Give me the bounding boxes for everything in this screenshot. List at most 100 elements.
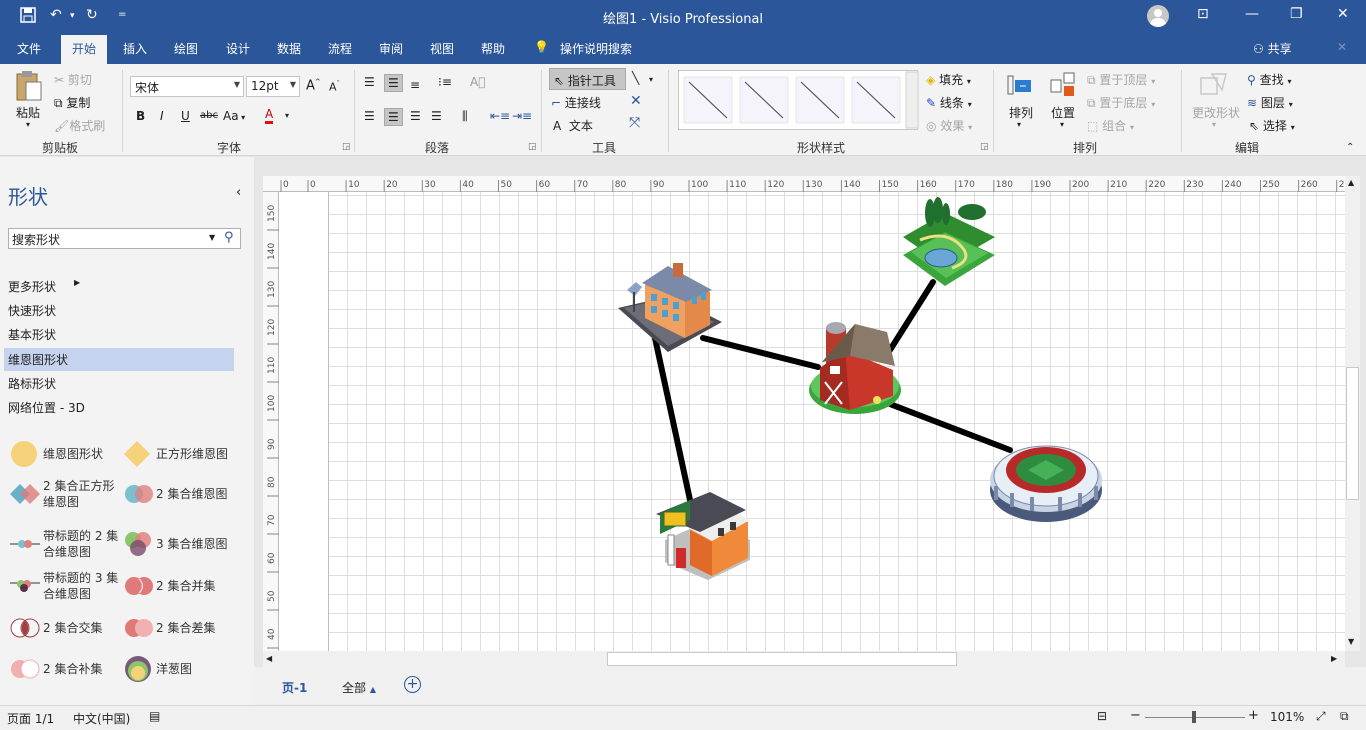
align-bottom-icon[interactable]: ≡ bbox=[410, 78, 420, 92]
connector-town-gas[interactable] bbox=[652, 335, 693, 503]
dialog-launcher-icon[interactable]: ◲ bbox=[528, 142, 537, 152]
grow-font-button[interactable]: A^ bbox=[306, 78, 321, 93]
effects-button[interactable]: ◎ 效果 ▾ bbox=[926, 117, 972, 134]
find-button[interactable]: ⚲ 查找 ▾ bbox=[1247, 71, 1291, 88]
shape-styles-gallery[interactable] bbox=[678, 70, 919, 130]
align-left-icon[interactable]: ☰ bbox=[364, 109, 375, 123]
dialog-launcher-icon[interactable]: ◲ bbox=[342, 142, 351, 152]
text-tool-button[interactable]: A 文本 bbox=[553, 117, 593, 134]
font-size-box[interactable]: 12pt ▼ bbox=[246, 76, 300, 97]
zoom-slider-thumb[interactable] bbox=[1192, 711, 1196, 723]
tell-me-search[interactable]: 操作说明搜索 bbox=[560, 40, 632, 57]
shrink-font-button[interactable]: Aˇ bbox=[329, 80, 340, 94]
zoom-level[interactable]: 101% bbox=[1270, 710, 1304, 724]
send-to-back-button[interactable]: ⧉ 置于底层 ▾ bbox=[1087, 94, 1155, 111]
decrease-indent-icon[interactable]: ⇤≡ bbox=[490, 109, 510, 123]
connector-park-barn[interactable] bbox=[887, 279, 936, 353]
position-dropdown-icon[interactable]: ▾ bbox=[1060, 120, 1064, 129]
collapse-pane-icon[interactable]: ‹ bbox=[236, 185, 241, 200]
tab-file[interactable]: 文件 bbox=[17, 40, 41, 57]
horizontal-scrollbar[interactable]: ◀ ▶ bbox=[263, 651, 1345, 667]
bold-button[interactable]: B bbox=[136, 109, 145, 123]
bullets-icon[interactable]: ⁝≡ bbox=[438, 75, 452, 89]
chevron-down-icon[interactable]: ▼ bbox=[209, 233, 215, 242]
zoom-out-icon[interactable]: − bbox=[1130, 708, 1141, 723]
stencil-venn-shape[interactable]: 维恩图形状 bbox=[4, 437, 122, 469]
stencil-3set-venn[interactable]: 3 集合维恩图 bbox=[122, 527, 250, 561]
font-color-button[interactable]: A bbox=[265, 108, 274, 124]
font-color-dropdown-icon[interactable]: ▾ bbox=[285, 111, 289, 120]
vertical-scrollbar[interactable]: ▲ ▼ bbox=[1345, 176, 1360, 651]
category-more-shapes[interactable]: 更多形状 ▶ bbox=[8, 278, 80, 295]
tab-data[interactable]: 数据 bbox=[277, 40, 301, 57]
increase-indent-icon[interactable]: ⇥≡ bbox=[512, 109, 532, 123]
group-button[interactable]: ⬚ 组合 ▾ bbox=[1087, 117, 1134, 134]
stadium-shape[interactable] bbox=[990, 445, 1102, 522]
position-icon[interactable] bbox=[1048, 70, 1078, 103]
category-signpost-shapes[interactable]: 路标形状 bbox=[8, 375, 56, 392]
stencil-2set-square-venn[interactable]: 2 集合正方形维恩图 bbox=[4, 477, 122, 511]
share-button[interactable]: ⚇ 共享 bbox=[1253, 40, 1292, 57]
tab-help[interactable]: 帮助 bbox=[481, 40, 505, 57]
paste-button[interactable]: 粘贴 bbox=[16, 104, 40, 121]
page-tab-1[interactable]: 页-1 bbox=[282, 679, 307, 696]
stencil-titled-3set-venn[interactable]: 带标题的 3 集合维恩图 bbox=[4, 569, 122, 603]
layers-button[interactable]: ≋ 图层 ▾ bbox=[1247, 94, 1293, 111]
category-quick-shapes[interactable]: 快速形状 bbox=[8, 302, 56, 319]
underline-button[interactable]: U bbox=[181, 109, 190, 123]
presentation-mode-icon[interactable]: ⊟ bbox=[1097, 709, 1107, 723]
search-shapes-input[interactable]: 搜索形状 bbox=[8, 228, 241, 249]
font-name-box[interactable]: 宋体 ▼ bbox=[130, 76, 244, 97]
all-pages-button[interactable]: 全部 ▲ bbox=[342, 679, 376, 696]
restore-icon[interactable]: ❐ bbox=[1290, 6, 1303, 22]
format-painter-button[interactable]: 🖌格式刷 bbox=[54, 117, 105, 134]
connector-barn-stadium[interactable] bbox=[887, 401, 1013, 453]
bring-to-front-button[interactable]: ⧉ 置于顶层 ▾ bbox=[1087, 71, 1155, 88]
position-button[interactable]: 位置 bbox=[1051, 104, 1075, 121]
park-shape[interactable] bbox=[903, 197, 995, 286]
scroll-right-icon[interactable]: ▶ bbox=[1331, 654, 1337, 663]
scroll-left-icon[interactable]: ◀ bbox=[266, 654, 272, 663]
stencil-onion-diagram[interactable]: 洋葱图 bbox=[122, 652, 250, 686]
tab-draw[interactable]: 绘图 bbox=[174, 40, 198, 57]
fill-button[interactable]: ◈ 填充 ▾ bbox=[926, 71, 971, 88]
close-icon[interactable]: ✕ bbox=[1337, 6, 1349, 22]
connector-button[interactable]: ⌐ 连接线 bbox=[551, 94, 601, 111]
close-icon[interactable]: ✕ bbox=[630, 93, 642, 109]
connector-town-barn[interactable] bbox=[700, 335, 821, 370]
arrange-icon[interactable] bbox=[1006, 72, 1034, 103]
stencil-square-venn[interactable]: 正方形维恩图 bbox=[122, 437, 250, 469]
change-shape-icon[interactable] bbox=[1198, 70, 1232, 103]
align-right-icon[interactable]: ☰ bbox=[410, 109, 421, 123]
language-indicator[interactable]: 中文(中国) bbox=[73, 710, 130, 727]
minimize-icon[interactable]: — bbox=[1245, 6, 1259, 22]
align-middle-icon[interactable]: ☰ bbox=[384, 74, 403, 92]
justify-icon[interactable]: ☰ bbox=[431, 109, 442, 123]
arrange-button[interactable]: 排列 bbox=[1009, 104, 1033, 121]
change-shape-dropdown-icon[interactable]: ▾ bbox=[1212, 120, 1216, 129]
line-button[interactable]: ✎ 线条 ▾ bbox=[926, 94, 972, 111]
line-tool-icon[interactable]: ╲ ▾ bbox=[632, 71, 653, 85]
text-rotate-icon[interactable]: A⃕ bbox=[470, 75, 485, 89]
select-button[interactable]: ⇖ 选择 ▾ bbox=[1249, 117, 1295, 134]
vertical-scroll-thumb[interactable] bbox=[1346, 367, 1359, 500]
change-shape-button[interactable]: 更改形状 bbox=[1192, 104, 1240, 121]
collapse-ribbon-icon[interactable]: ⌃ bbox=[1346, 142, 1354, 153]
add-page-icon[interactable]: + bbox=[404, 676, 421, 693]
tab-process[interactable]: 流程 bbox=[328, 40, 352, 57]
stencil-2set-venn[interactable]: 2 集合维恩图 bbox=[122, 477, 250, 511]
search-icon[interactable]: ⚲ bbox=[224, 230, 234, 245]
arrange-dropdown-icon[interactable]: ▾ bbox=[1017, 120, 1021, 129]
change-case-button[interactable]: Aa ▾ bbox=[223, 109, 245, 123]
stencil-titled-2set-venn[interactable]: 带标题的 2 集合维恩图 bbox=[4, 527, 122, 561]
scroll-up-icon[interactable]: ▲ bbox=[1348, 178, 1354, 187]
close-doc-icon[interactable]: ✕ bbox=[1337, 40, 1347, 54]
barn-shape[interactable] bbox=[809, 322, 901, 414]
paste-icon[interactable] bbox=[14, 70, 44, 105]
pointer-tool-button[interactable]: ⇖ 指针工具 bbox=[549, 68, 626, 90]
horizontal-scroll-thumb[interactable] bbox=[607, 652, 957, 666]
stencil-2set-intersection[interactable]: 2 集合交集 bbox=[4, 611, 122, 645]
zoom-in-icon[interactable]: + bbox=[1248, 708, 1259, 723]
category-venn-shapes[interactable]: 维恩图形状 bbox=[8, 351, 68, 368]
macro-recording-icon[interactable]: ▤ bbox=[149, 709, 160, 723]
